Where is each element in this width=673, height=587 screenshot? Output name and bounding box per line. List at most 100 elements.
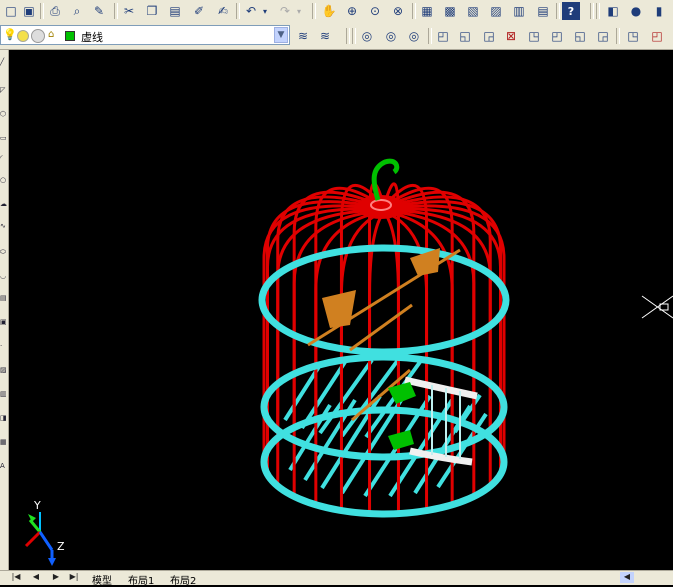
separator — [556, 3, 560, 19]
calculator-icon[interactable]: ▤ — [534, 2, 552, 20]
match-properties-icon[interactable]: ✐ — [190, 2, 208, 20]
table-icon[interactable]: ▦ — [0, 438, 8, 446]
ellipse-arc-icon[interactable]: ◡ — [0, 272, 8, 280]
prev-tab-icon[interactable]: ◀ — [30, 572, 42, 583]
separator — [352, 28, 356, 44]
view-front-icon[interactable]: ◳ — [525, 27, 543, 45]
publish-icon[interactable]: ✎ — [90, 2, 108, 20]
design-center-icon[interactable]: ▩ — [441, 2, 459, 20]
mtext-icon[interactable]: A — [0, 462, 8, 470]
viewport-freeze-icon[interactable] — [31, 29, 45, 43]
insert-block-icon[interactable]: ▤ — [0, 294, 8, 302]
polygon-icon[interactable]: ⬡ — [0, 110, 8, 118]
separator — [412, 3, 416, 19]
model-viewport[interactable]: Y Z — [9, 50, 673, 570]
view-top-icon[interactable]: ◰ — [434, 27, 452, 45]
view-back-icon[interactable]: ◰ — [548, 27, 566, 45]
view-sw-iso-icon[interactable]: ◱ — [571, 27, 589, 45]
lock-icon[interactable]: ⌂ — [48, 29, 54, 40]
plot-preview-icon[interactable]: ⌕ — [68, 2, 86, 20]
cylinder-icon[interactable]: ▮ — [650, 2, 668, 20]
cursor-crosshair — [641, 295, 673, 319]
layers-toolbar: 💡 ⌂ 虚线 ▼ ≋ ≋ ◎ ◎ ◎ ◰ ◱ ◲ ⊠ ◳ ◰ ◱ ◲ ◳ ◰ — [0, 22, 673, 50]
constrained-orbit-icon[interactable]: ◎ — [382, 27, 400, 45]
freeze-icon[interactable] — [17, 30, 29, 42]
view-ne-iso-icon[interactable]: ◳ — [624, 27, 642, 45]
last-tab-icon[interactable]: ▶| — [68, 572, 80, 583]
drawing-canvas[interactable]: Y Z — [9, 50, 673, 570]
current-layer-name: 虚线 — [81, 31, 103, 44]
scroll-left-icon[interactable]: ◀ — [620, 572, 634, 583]
ucs-icon: Y Z — [24, 499, 65, 566]
region-icon[interactable]: ◨ — [0, 414, 8, 422]
cut-icon[interactable]: ✂ — [120, 2, 138, 20]
save-icon[interactable]: ▣ — [20, 2, 38, 20]
free-orbit-icon[interactable]: ◎ — [405, 27, 423, 45]
copy-icon[interactable]: ❐ — [143, 2, 161, 20]
zoom-previous-icon[interactable]: ⊗ — [389, 2, 407, 20]
layer-state-icon[interactable]: ≋ — [316, 27, 334, 45]
revcloud-icon[interactable]: ☁ — [0, 200, 8, 208]
block-editor-icon[interactable]: ✍ — [214, 2, 232, 20]
separator — [346, 28, 350, 44]
separator — [312, 3, 316, 19]
first-tab-icon[interactable]: |◀ — [10, 572, 22, 583]
zoom-window-icon[interactable]: ⊙ — [366, 2, 384, 20]
box-icon[interactable]: ◧ — [604, 2, 622, 20]
cage-top-cap — [357, 195, 405, 219]
make-block-icon[interactable]: ▣ — [0, 318, 8, 326]
sphere-icon[interactable]: ● — [627, 2, 645, 20]
view-nw-iso-icon[interactable]: ◰ — [648, 27, 666, 45]
redo-dropdown-icon[interactable]: ▾ — [294, 2, 304, 20]
line-icon[interactable]: ╱ — [0, 58, 8, 66]
arc-icon[interactable]: ◜ — [0, 154, 8, 162]
hook — [371, 158, 400, 201]
undo-icon[interactable]: ↶ — [242, 2, 260, 20]
pan-icon[interactable]: ✋ — [320, 2, 338, 20]
sheet-set-icon[interactable]: ▨ — [487, 2, 505, 20]
spline-icon[interactable]: ∿ — [0, 222, 8, 230]
tab-layout1[interactable]: 布局1 — [128, 572, 154, 587]
layout-tabs-bar: |◀ ◀ ▶ ▶| 模型 布局1 布局2 ◀ — [0, 570, 673, 587]
tool-palettes-icon[interactable]: ▧ — [464, 2, 482, 20]
rectangle-icon[interactable]: ▭ — [0, 134, 8, 142]
separator — [596, 3, 600, 19]
ucs-z-label: Z — [57, 540, 65, 553]
separator — [428, 28, 432, 44]
redo-icon[interactable]: ↷ — [276, 2, 294, 20]
layer-color-swatch — [65, 31, 75, 41]
tab-layout2[interactable]: 布局2 — [170, 572, 196, 587]
next-tab-icon[interactable]: ▶ — [50, 572, 62, 583]
separator — [40, 3, 44, 19]
standard-toolbar: □ ▣ ⎙ ⌕ ✎ ✂ ❐ ▤ ✐ ✍ ↶ ▾ ↷ ▾ ✋ ⊕ ⊙ ⊗ ▦ ▩ … — [0, 0, 673, 23]
new-icon[interactable]: □ — [2, 2, 20, 20]
separator — [590, 3, 594, 19]
zoom-realtime-icon[interactable]: ⊕ — [343, 2, 361, 20]
paste-icon[interactable]: ▤ — [166, 2, 184, 20]
orbit-icon[interactable]: ◎ — [358, 27, 376, 45]
view-right-icon[interactable]: ⊠ — [502, 27, 520, 45]
chevron-down-icon[interactable]: ▼ — [274, 27, 288, 43]
view-bottom-icon[interactable]: ◱ — [456, 27, 474, 45]
polyline-icon[interactable]: ◸ — [0, 86, 8, 94]
bulb-icon[interactable]: 💡 — [3, 28, 17, 41]
hatch-icon[interactable]: ▨ — [0, 366, 8, 374]
gradient-icon[interactable]: ▥ — [0, 390, 8, 398]
separator — [616, 28, 620, 44]
point-icon[interactable]: · — [0, 342, 8, 350]
ellipse-icon[interactable]: ⬭ — [0, 248, 8, 256]
view-left-icon[interactable]: ◲ — [480, 27, 498, 45]
perch-sticks — [307, 248, 461, 422]
layer-dropdown[interactable]: 💡 ⌂ 虚线 ▼ — [0, 25, 290, 45]
print-icon[interactable]: ⎙ — [46, 2, 64, 20]
undo-dropdown-icon[interactable]: ▾ — [260, 2, 270, 20]
help-icon[interactable]: ? — [562, 2, 580, 20]
draw-toolbar: ╱ ◸ ⬡ ▭ ◜ ○ ☁ ∿ ⬭ ◡ ▤ ▣ · ▨ ▥ ◨ ▦ A — [0, 50, 9, 570]
circle-icon[interactable]: ○ — [0, 176, 8, 184]
markup-icon[interactable]: ▥ — [510, 2, 528, 20]
layer-previous-icon[interactable]: ≋ — [294, 27, 312, 45]
properties-icon[interactable]: ▦ — [418, 2, 436, 20]
view-se-iso-icon[interactable]: ◲ — [594, 27, 612, 45]
tab-model[interactable]: 模型 — [92, 572, 112, 587]
ucs-y-label: Y — [33, 499, 41, 512]
